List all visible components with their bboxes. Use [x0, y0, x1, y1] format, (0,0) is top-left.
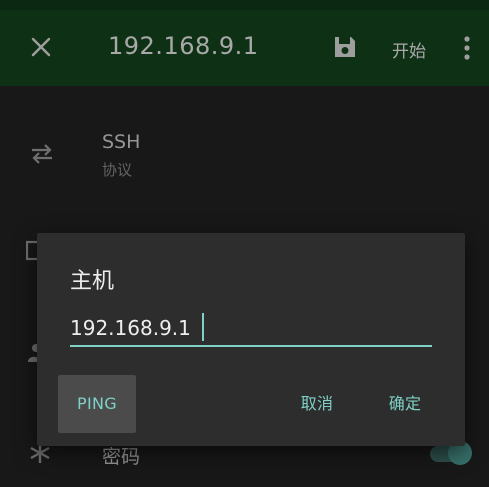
host-input[interactable] [70, 311, 432, 345]
host-dialog: 主机 PING 取消 确定 [37, 233, 465, 446]
screen: 192.168.9.1 开始 SSH 协议 密码 主机 192.168.9.1 … [0, 0, 489, 487]
cancel-button[interactable]: 取消 [287, 393, 347, 415]
dialog-title: 主机 [70, 269, 115, 294]
text-cursor [202, 313, 204, 341]
confirm-button[interactable]: 确定 [375, 393, 435, 415]
ping-button[interactable]: PING [58, 375, 136, 433]
host-field[interactable] [70, 311, 432, 349]
host-input-underline [70, 345, 432, 347]
